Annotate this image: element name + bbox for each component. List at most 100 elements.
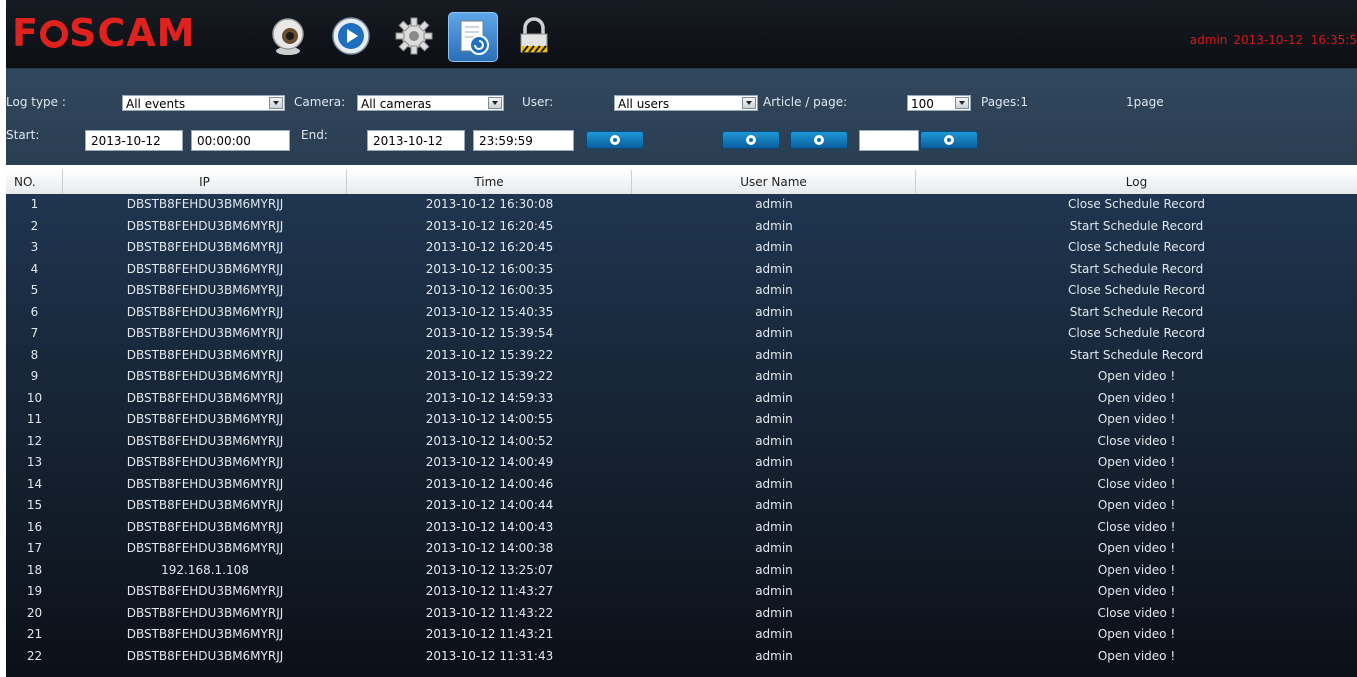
search-button[interactable] <box>586 131 644 149</box>
previous-page-button[interactable] <box>722 131 780 149</box>
table-row[interactable]: 18 192.168.1.108 2013-10-12 13:25:07 admin O… <box>6 560 1357 582</box>
cell-user-name: admin <box>755 240 793 254</box>
cell-user-name: admin <box>755 498 793 512</box>
table-row[interactable]: 21 DBSTB8FEHDU3BM6MYRJJ 2013-10-12 11:43:2… <box>6 624 1357 646</box>
table-row[interactable]: 6 DBSTB8FEHDU3BM6MYRJJ 2013-10-12 15:40:35… <box>6 302 1357 324</box>
cell-user-name: admin <box>755 605 793 620</box>
user-select[interactable]: All users <box>614 95 758 111</box>
cell-user-name: admin <box>755 261 793 276</box>
cell-ip: DBSTB8FEHDU3BM6MYRJJ <box>126 197 284 211</box>
camera-label: Camera: <box>294 95 346 109</box>
cell-no: 5 <box>30 283 39 297</box>
current-user: admin <box>1189 33 1228 47</box>
log-page: F SCAM admin 2013-10-12 16:35:5 Log type… <box>6 0 1357 677</box>
table-row[interactable]: 7 DBSTB8FEHDU3BM6MYRJJ 2013-10-12 15:39:54… <box>6 323 1357 345</box>
table-row[interactable]: 14 DBSTB8FEHDU3BM6MYRJJ 2013-10-12 14:00:4… <box>6 474 1357 496</box>
cell-ip: DBSTB8FEHDU3BM6MYRJJ <box>126 627 284 641</box>
cell-ip: DBSTB8FEHDU3BM6MYRJJ <box>126 584 284 598</box>
cell-ip: DBSTB8FEHDU3BM6MYRJJ <box>126 326 284 340</box>
table-row[interactable]: 11 DBSTB8FEHDU3BM6MYRJJ 2013-10-12 14:00:5… <box>6 409 1357 431</box>
camera-select[interactable]: All cameras <box>357 95 504 111</box>
page-jump-input[interactable] <box>859 130 919 151</box>
cell-no: 15 <box>26 498 43 512</box>
cell-user-name: admin <box>755 519 793 534</box>
table-row[interactable]: 17 DBSTB8FEHDU3BM6MYRJJ 2013-10-12 14:00:3… <box>6 538 1357 560</box>
cell-time: 2013-10-12 16:00:35 <box>425 261 554 276</box>
cell-log: Close video ! <box>1097 605 1176 620</box>
cell-time: 2013-10-12 11:43:22 <box>425 605 554 620</box>
table-row[interactable]: 19 DBSTB8FEHDU3BM6MYRJJ 2013-10-12 11:43:2… <box>6 581 1357 603</box>
article-per-page-value: 100 <box>911 97 934 111</box>
end-time-input[interactable]: 23:59:59 <box>473 130 574 151</box>
chevron-down-icon <box>488 97 502 109</box>
end-date-input[interactable]: 2013-10-12 <box>367 130 465 151</box>
current-datetime: 2013-10-12 16:35:5 <box>1233 33 1357 47</box>
camera-value: All cameras <box>361 97 432 111</box>
cell-ip: DBSTB8FEHDU3BM6MYRJJ <box>126 519 284 534</box>
cell-time: 2013-10-12 14:00:38 <box>425 541 554 555</box>
cell-time: 2013-10-12 14:00:43 <box>425 519 554 534</box>
current-page-text: 1page <box>1126 95 1164 109</box>
cell-ip: DBSTB8FEHDU3BM6MYRJJ <box>126 455 284 469</box>
cell-no: 12 <box>26 433 43 448</box>
cell-no: 13 <box>26 455 43 469</box>
live-video-icon[interactable] <box>268 16 308 56</box>
log-type-label: Log type : <box>6 95 66 109</box>
cell-log: Start Schedule Record <box>1069 347 1204 362</box>
table-row[interactable]: 13 DBSTB8FEHDU3BM6MYRJJ 2013-10-12 14:00:4… <box>6 452 1357 474</box>
cell-user-name: admin <box>755 541 793 555</box>
cell-log: Open video ! <box>1097 648 1176 663</box>
cell-no: 2 <box>30 218 39 233</box>
cell-log: Open video ! <box>1097 369 1176 383</box>
cell-time: 2013-10-12 16:20:45 <box>425 240 554 254</box>
cell-time: 2013-10-12 15:39:54 <box>425 326 554 340</box>
cell-ip: DBSTB8FEHDU3BM6MYRJJ <box>126 433 284 448</box>
table-row[interactable]: 16 DBSTB8FEHDU3BM6MYRJJ 2013-10-12 14:00:4… <box>6 517 1357 539</box>
cell-user-name: admin <box>755 648 793 663</box>
table-row[interactable]: 10 DBSTB8FEHDU3BM6MYRJJ 2013-10-12 14:59:3… <box>6 388 1357 410</box>
cell-log: Start Schedule Record <box>1069 261 1204 276</box>
table-row[interactable]: 5 DBSTB8FEHDU3BM6MYRJJ 2013-10-12 16:00:35… <box>6 280 1357 302</box>
cell-time: 2013-10-12 14:59:33 <box>425 390 554 405</box>
table-row[interactable]: 20 DBSTB8FEHDU3BM6MYRJJ 2013-10-12 11:43:2… <box>6 603 1357 625</box>
table-row[interactable]: 8 DBSTB8FEHDU3BM6MYRJJ 2013-10-12 15:39:22… <box>6 345 1357 367</box>
cell-user-name: admin <box>755 197 793 211</box>
cell-user-name: admin <box>755 584 793 598</box>
cell-log: Close Schedule Record <box>1068 326 1205 340</box>
settings-icon[interactable] <box>394 16 434 56</box>
playback-icon[interactable] <box>331 16 371 56</box>
cell-no: 4 <box>30 261 39 276</box>
table-row[interactable]: 22 DBSTB8FEHDU3BM6MYRJJ 2013-10-12 11:31:4… <box>6 646 1357 668</box>
go-page-button[interactable] <box>920 131 978 149</box>
table-row[interactable]: 9 DBSTB8FEHDU3BM6MYRJJ 2013-10-12 15:39:22… <box>6 366 1357 388</box>
log-filter-bar: Log type : All events Camera: All camera… <box>6 69 1357 165</box>
cell-time: 2013-10-12 15:39:22 <box>425 347 554 362</box>
cell-no: 17 <box>26 541 43 555</box>
log-type-select[interactable]: All events <box>122 95 285 111</box>
cell-ip: DBSTB8FEHDU3BM6MYRJJ <box>126 240 284 254</box>
cell-log: Close video ! <box>1097 519 1176 534</box>
user-value: All users <box>618 97 670 111</box>
table-row[interactable]: 3 DBSTB8FEHDU3BM6MYRJJ 2013-10-12 16:20:45… <box>6 237 1357 259</box>
table-row[interactable]: 1 DBSTB8FEHDU3BM6MYRJJ 2013-10-12 16:30:08… <box>6 194 1357 216</box>
cell-log: Close video ! <box>1097 433 1176 448</box>
start-date-input[interactable]: 2013-10-12 <box>85 130 183 151</box>
start-time-input[interactable]: 00:00:00 <box>191 130 290 151</box>
cell-no: 11 <box>26 412 43 426</box>
cell-ip: DBSTB8FEHDU3BM6MYRJJ <box>126 605 284 620</box>
logout-lock-icon[interactable] <box>514 16 554 56</box>
cell-user-name: admin <box>755 218 793 233</box>
cell-no: 16 <box>26 519 43 534</box>
table-row[interactable]: 4 DBSTB8FEHDU3BM6MYRJJ 2013-10-12 16:00:35… <box>6 259 1357 281</box>
table-row[interactable]: 12 DBSTB8FEHDU3BM6MYRJJ 2013-10-12 14:00:5… <box>6 431 1357 453</box>
table-row[interactable]: 15 DBSTB8FEHDU3BM6MYRJJ 2013-10-12 14:00:4… <box>6 495 1357 517</box>
cell-ip: DBSTB8FEHDU3BM6MYRJJ <box>126 283 284 297</box>
next-page-button[interactable] <box>790 131 848 149</box>
pages-count: Pages:1 <box>981 95 1028 109</box>
cell-log: Close Schedule Record <box>1068 283 1205 297</box>
cell-time: 2013-10-12 15:40:35 <box>425 304 554 319</box>
cell-no: 9 <box>30 369 39 383</box>
log-icon[interactable] <box>448 12 498 62</box>
table-row[interactable]: 2 DBSTB8FEHDU3BM6MYRJJ 2013-10-12 16:20:45… <box>6 216 1357 238</box>
article-per-page-select[interactable]: 100 <box>907 95 971 111</box>
